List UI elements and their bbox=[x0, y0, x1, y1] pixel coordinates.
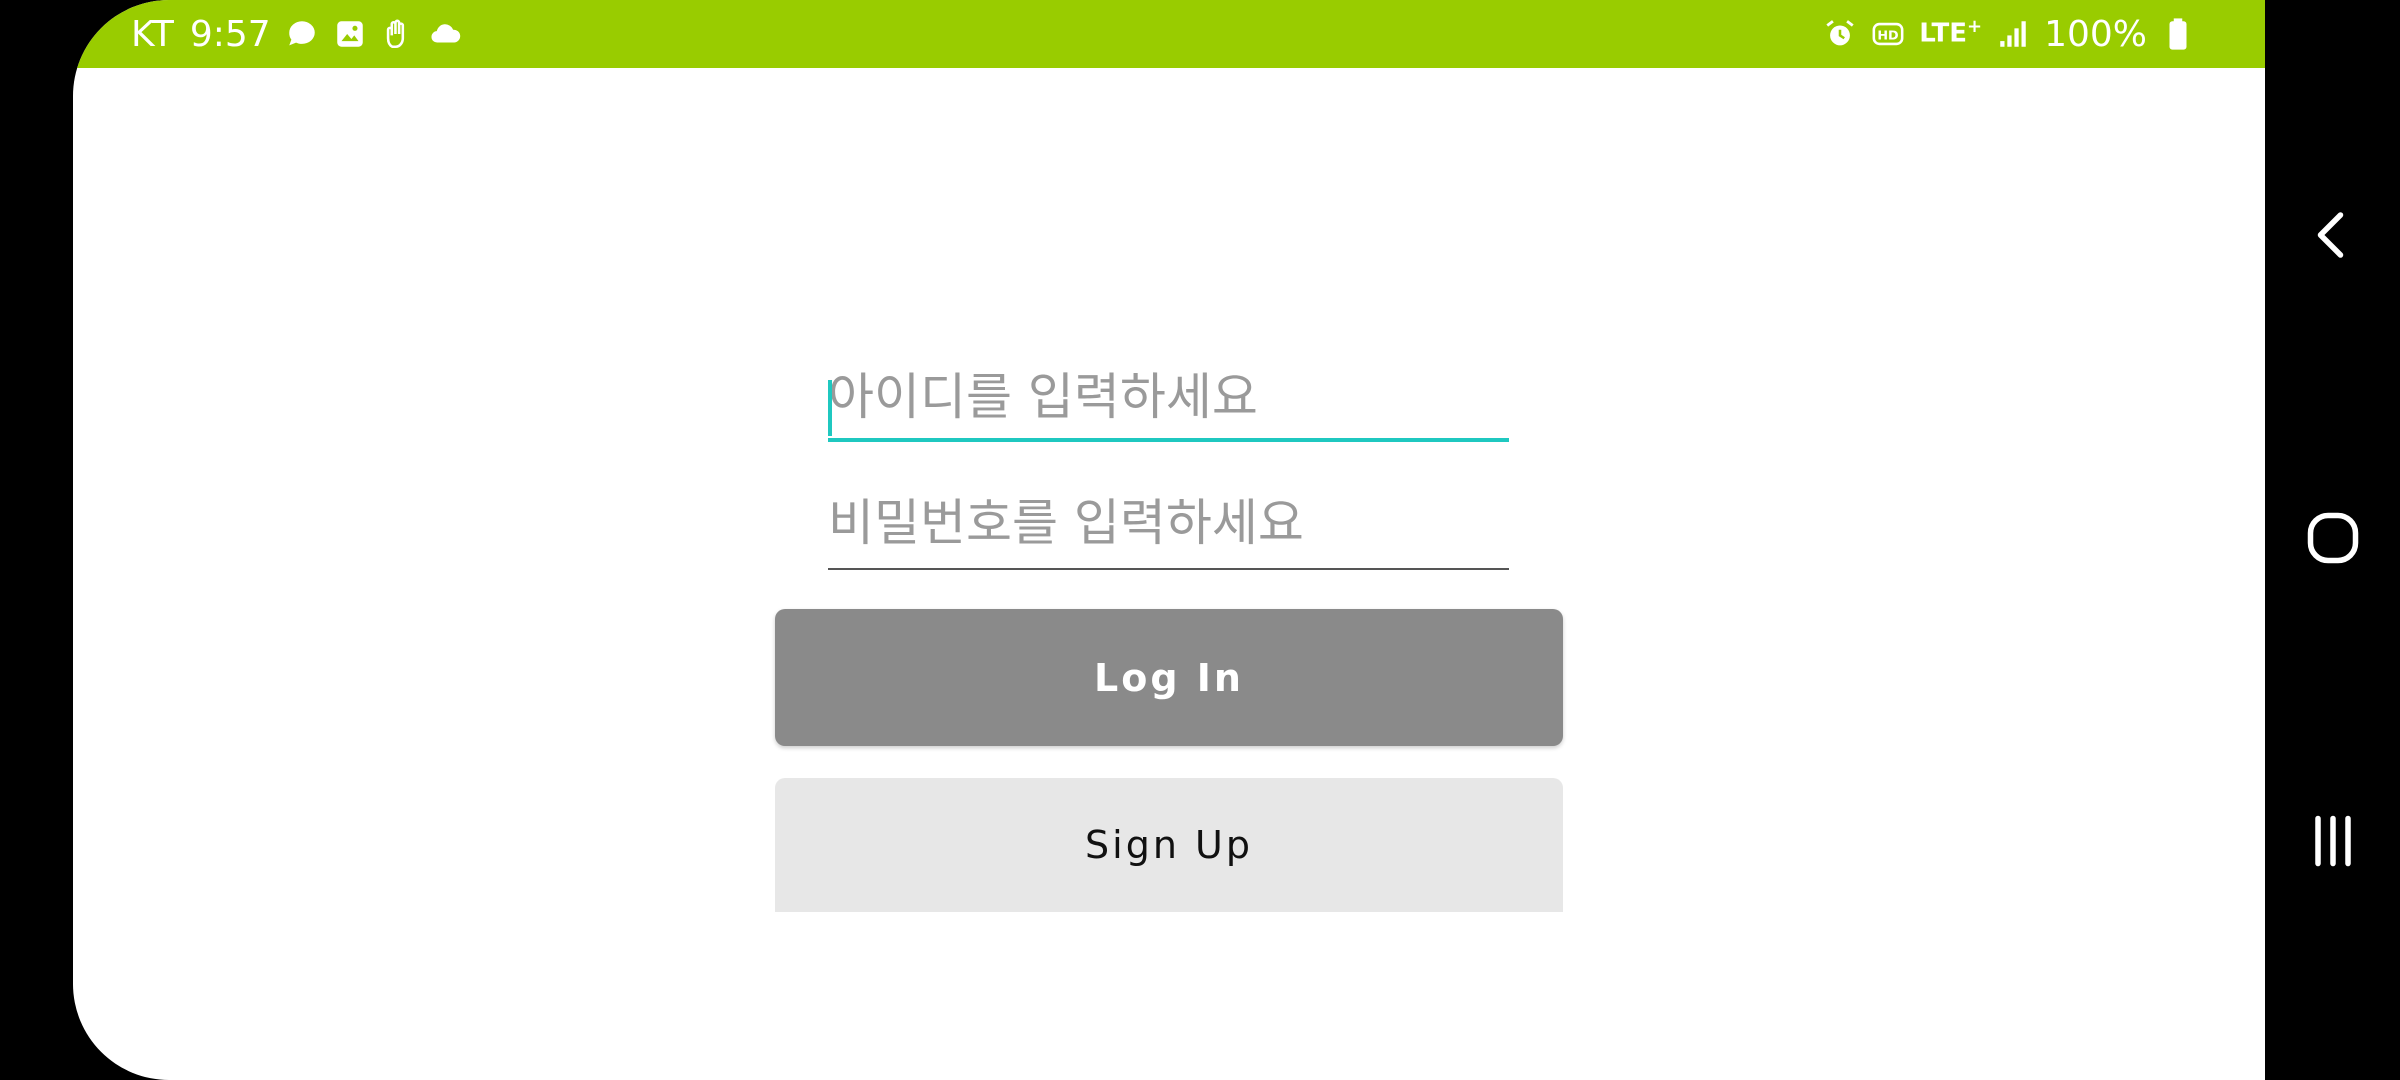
gallery-icon bbox=[333, 17, 367, 51]
svg-text:HD: HD bbox=[1878, 29, 1899, 44]
lte-icon: LTE+ bbox=[1919, 14, 1982, 47]
cloud-icon bbox=[429, 17, 463, 51]
home-button[interactable] bbox=[2265, 480, 2400, 600]
clock: 9:57 bbox=[189, 13, 271, 55]
signal-icon bbox=[1996, 17, 2030, 51]
device-frame: KT 9:57 HD LTE+ 100% 아이디를 입력하세요 Log In S… bbox=[0, 0, 2400, 1080]
navigation-bar bbox=[2265, 0, 2400, 1080]
password-field-container bbox=[828, 488, 1509, 570]
login-button[interactable]: Log In bbox=[775, 609, 1563, 746]
network-label: LTE bbox=[1919, 18, 1967, 49]
hand-icon bbox=[381, 17, 415, 51]
home-icon bbox=[2303, 508, 2363, 572]
app-screen: KT 9:57 HD LTE+ 100% 아이디를 입력하세요 Log In S… bbox=[73, 0, 2265, 1080]
text-cursor bbox=[828, 380, 832, 436]
back-icon bbox=[2303, 205, 2363, 269]
id-field-container bbox=[828, 362, 1509, 442]
battery-percent: 100% bbox=[2044, 13, 2147, 55]
recent-apps-button[interactable] bbox=[2265, 783, 2400, 903]
id-input[interactable] bbox=[828, 362, 1509, 432]
alarm-icon bbox=[1823, 17, 1857, 51]
hd-icon: HD bbox=[1871, 17, 1905, 51]
password-input-underline bbox=[828, 568, 1509, 570]
chat-bubble-icon bbox=[285, 17, 319, 51]
battery-icon bbox=[2161, 17, 2195, 51]
status-left: KT 9:57 bbox=[131, 0, 463, 68]
id-input-underline bbox=[828, 438, 1509, 442]
back-button[interactable] bbox=[2265, 177, 2400, 297]
carrier-label: KT bbox=[131, 13, 174, 55]
recent-apps-icon bbox=[2303, 811, 2363, 875]
network-plus: + bbox=[1966, 15, 1983, 37]
status-right: HD LTE+ 100% bbox=[1823, 0, 2195, 68]
status-bar: KT 9:57 HD LTE+ 100% bbox=[73, 0, 2265, 68]
password-input[interactable] bbox=[828, 488, 1509, 558]
signup-button[interactable]: Sign Up bbox=[775, 778, 1563, 912]
